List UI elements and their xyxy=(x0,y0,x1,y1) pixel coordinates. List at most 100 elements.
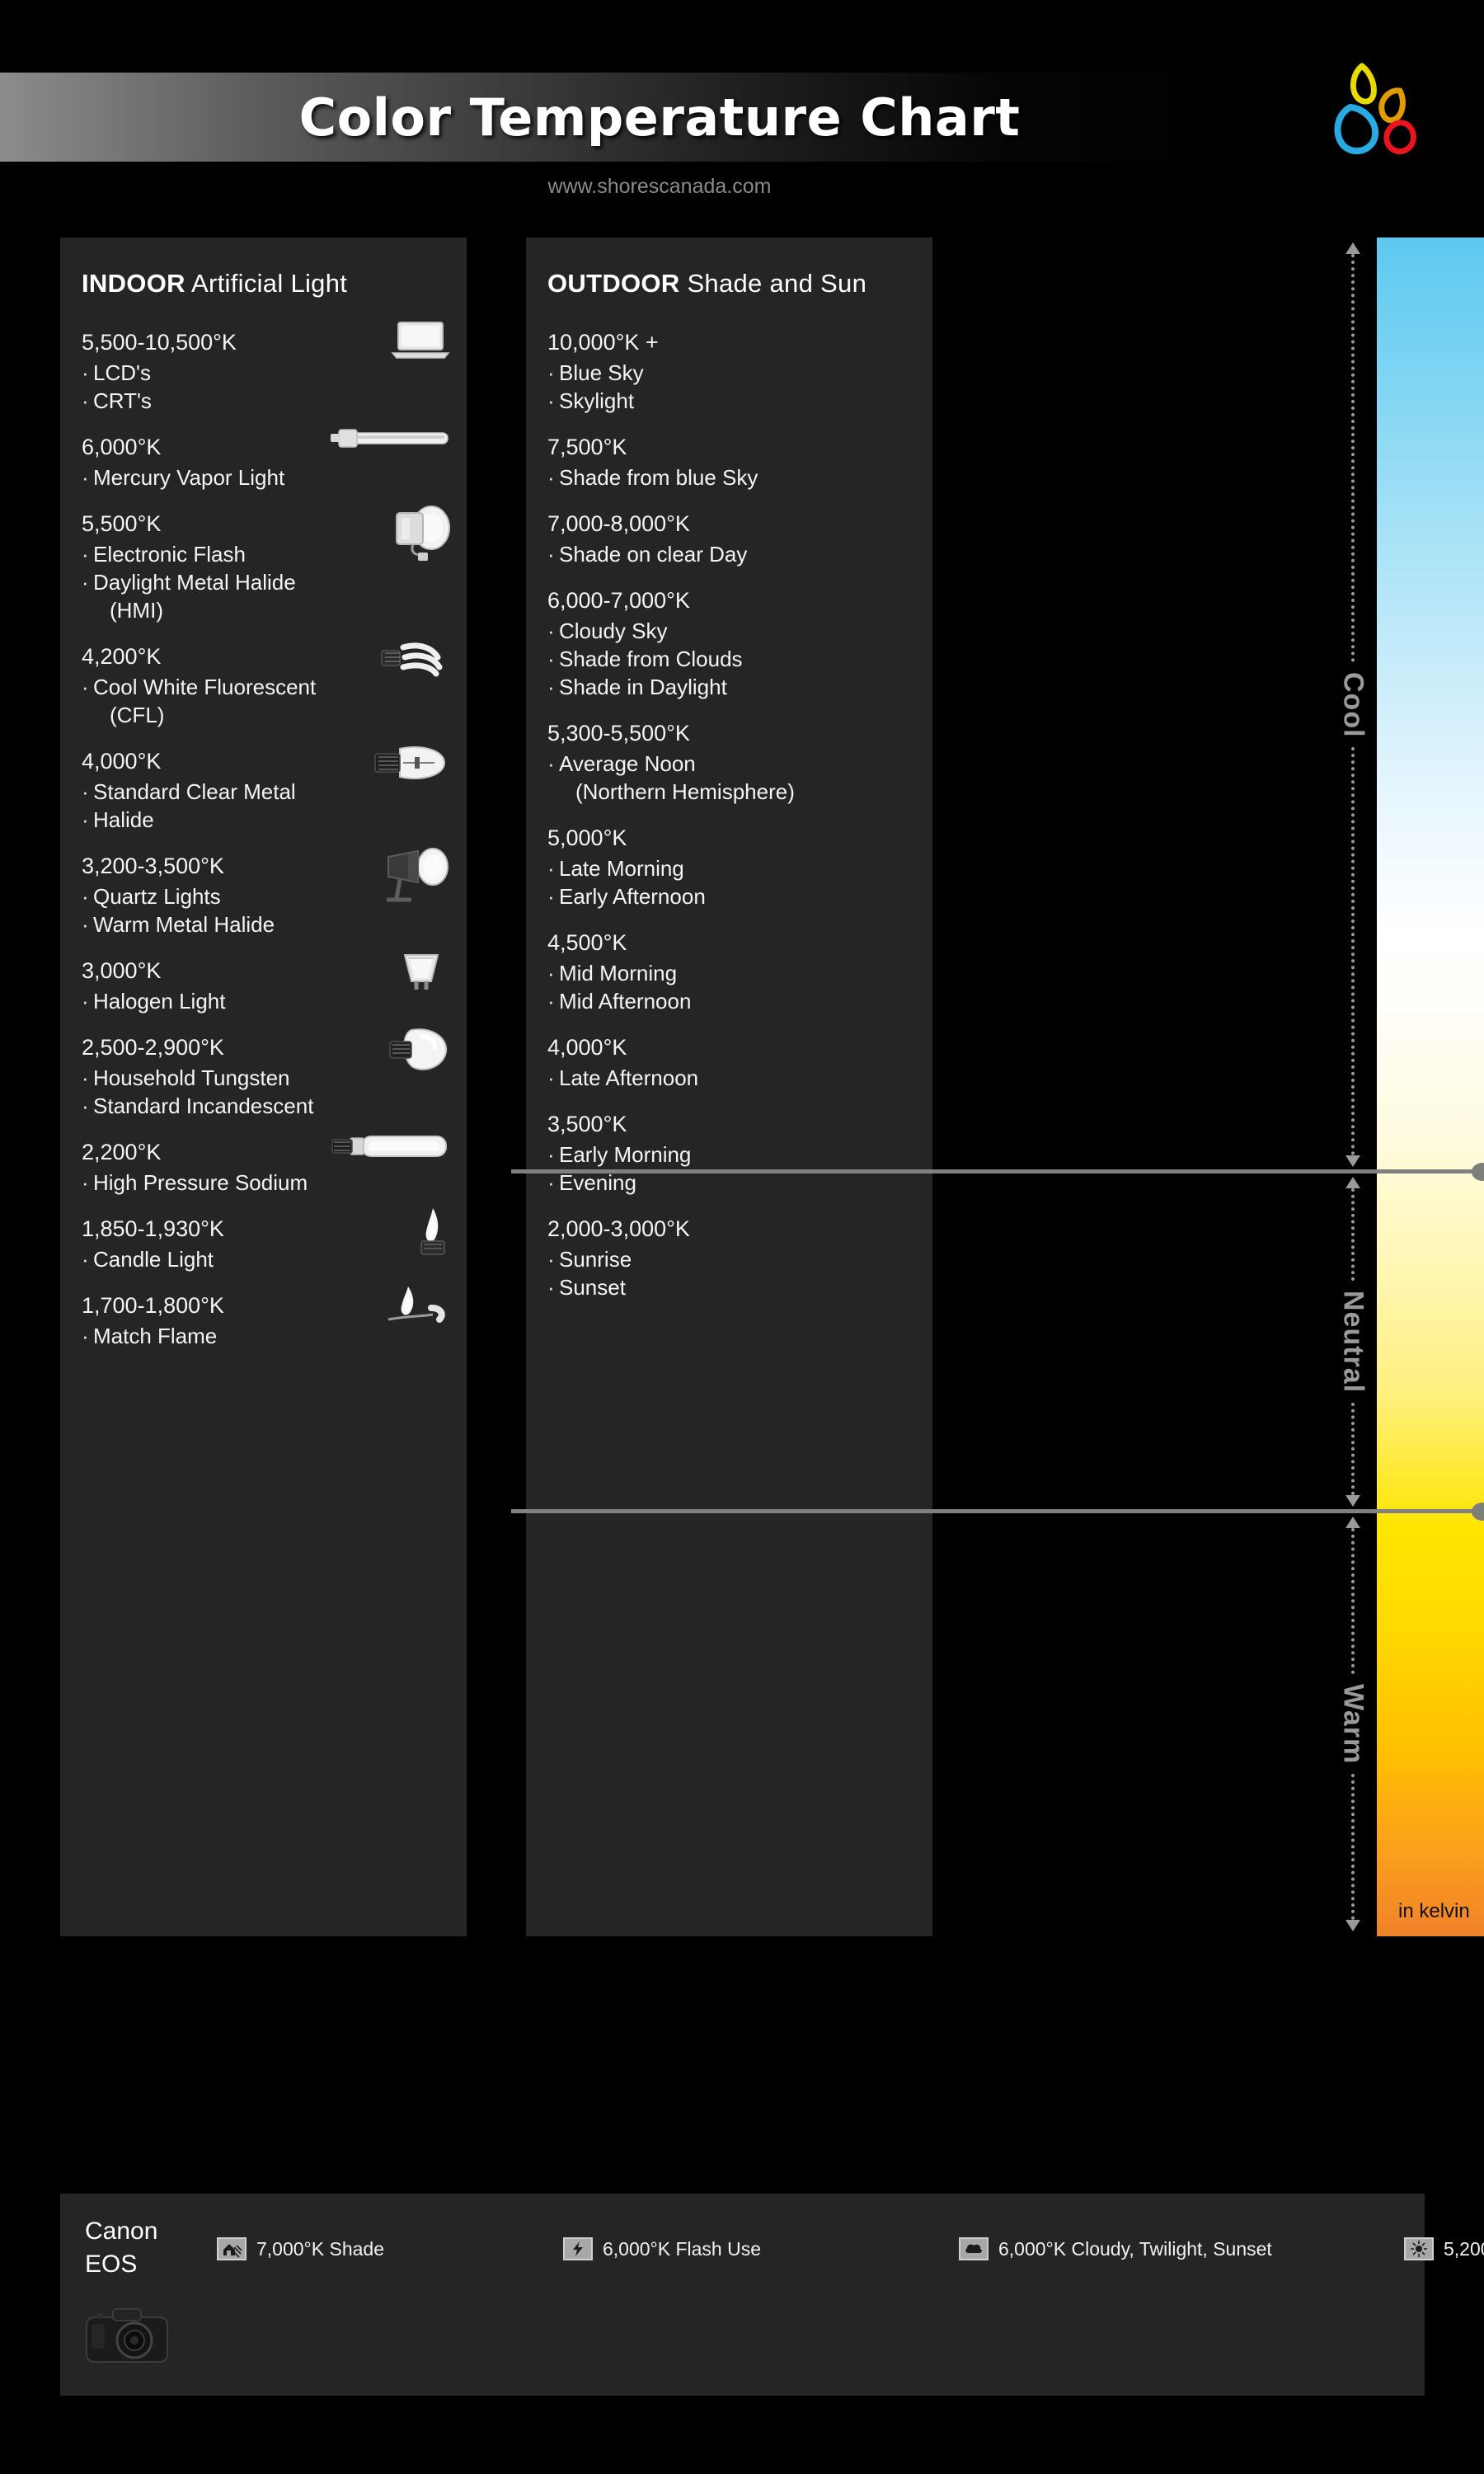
arrow-down-icon xyxy=(1345,1495,1360,1507)
bullet-icon: · xyxy=(547,618,555,643)
dotted-line xyxy=(1351,254,1355,662)
light-source-label: Shade on clear Day xyxy=(559,542,748,567)
bullet-icon: · xyxy=(82,1094,89,1118)
light-source-label: Daylight Metal Halide xyxy=(93,570,296,595)
dotted-line xyxy=(1351,1403,1355,1496)
shade-icon xyxy=(217,2237,247,2260)
bullet-icon: · xyxy=(82,542,89,567)
temperature-zone: Warm xyxy=(1334,1517,1372,1932)
bullet-icon: · xyxy=(547,360,555,385)
bullet-icon: · xyxy=(82,675,89,699)
zone-boundary-rule xyxy=(511,1169,1484,1174)
light-source-label: Standard Incandescent xyxy=(93,1094,314,1118)
light-source-item: · Match Flame xyxy=(82,1322,453,1350)
brand-line-canon: Canon xyxy=(85,2218,158,2245)
temperature-group: 1,700-1,800°K · Match Flame xyxy=(82,1286,453,1350)
light-source-item: · Standard Incandescent xyxy=(82,1092,453,1120)
color-temperature-gradient-bar xyxy=(1377,238,1484,1936)
light-source-label: Shade from blue Sky xyxy=(559,465,758,490)
light-source-list: · Shade on clear Day xyxy=(547,540,918,568)
light-source-label: Sunset xyxy=(559,1275,626,1300)
bullet-icon: · xyxy=(547,884,555,909)
bullet-icon: · xyxy=(82,570,89,595)
zone-label: Neutral xyxy=(1337,1290,1369,1394)
light-source-label: Standard Clear Metal xyxy=(93,779,296,804)
light-source-item: · Skylight xyxy=(547,387,918,415)
light-source-label: Candle Light xyxy=(93,1247,214,1272)
cloudy-icon xyxy=(959,2237,989,2260)
bullet-icon: · xyxy=(547,542,555,567)
indoor-title-bold: INDOOR xyxy=(82,269,186,298)
outdoor-title-bold: OUTDOOR xyxy=(547,269,680,298)
color-temperature-chart-page: Color Temperature Chart www.shorescanada… xyxy=(0,0,1484,2474)
arrow-down-icon xyxy=(1345,1920,1360,1932)
light-source-item: · Standard Clear Metal xyxy=(82,778,453,806)
bullet-icon: · xyxy=(82,388,89,413)
temperature-value: 5,300-5,500°K xyxy=(547,721,690,745)
white-balance-label: 7,000°K Shade xyxy=(256,2237,384,2260)
light-source-list: · Candle Light xyxy=(82,1245,453,1273)
light-source-label: Household Tungsten xyxy=(93,1065,290,1090)
bullet-icon: · xyxy=(547,1065,555,1090)
temperature-value: 4,200°K xyxy=(82,644,162,669)
white-balance-setting: 6,000°K Flash Use xyxy=(563,2237,959,2260)
light-source-label: Shade from Clouds xyxy=(559,647,743,671)
light-source-label: (HMI) xyxy=(110,598,163,623)
arrow-up-icon xyxy=(1345,1177,1360,1188)
indoor-title-rest: Artificial Light xyxy=(185,269,348,298)
light-source-item: · Quartz Lights xyxy=(82,882,453,910)
indoor-group-list: 5,500-10,500°K · LCD's · CRT's 6,000°K · Mercu… xyxy=(82,322,453,1366)
light-source-label: Late Morning xyxy=(559,856,684,881)
bullet-icon: · xyxy=(82,1065,89,1090)
brand-line-eos: EOS xyxy=(85,2251,138,2278)
zone-label: Cool xyxy=(1337,671,1369,738)
light-source-label: CRT's xyxy=(93,388,152,413)
light-source-label: Warm Metal Halide xyxy=(93,912,275,937)
light-source-label: Halogen Light xyxy=(93,989,226,1014)
bullet-icon: · xyxy=(82,1324,89,1348)
light-source-label: Average Noon xyxy=(559,751,696,776)
white-balance-label: 5,200°K Daylight xyxy=(1444,2237,1484,2260)
light-source-label: Cloudy Sky xyxy=(559,618,668,643)
light-source-list: ·Electronic Flash·Daylight Metal Halide·… xyxy=(82,540,453,624)
light-source-list: ·Average Noon·(Northern Hemisphere) xyxy=(547,750,918,806)
white-balance-setting: 6,000°K Cloudy, Twilight, Sunset xyxy=(959,2237,1404,2260)
light-source-item: · Mid Morning xyxy=(547,959,918,987)
bullet-icon: · xyxy=(547,388,555,413)
white-balance-label: 6,000°K Flash Use xyxy=(603,2237,762,2260)
light-source-list: · Blue Sky · Skylight xyxy=(547,359,918,415)
temperature-value: 4,000°K xyxy=(547,1035,627,1060)
temperature-group: 5,300-5,500°K ·Average Noon·(Northern Hem… xyxy=(547,717,918,806)
temperature-value: 6,000-7,000°K xyxy=(547,588,690,613)
temperature-zone: Cool xyxy=(1334,242,1372,1168)
temperature-value: 5,000°K xyxy=(547,825,627,850)
temperature-value: 1,850-1,930°K xyxy=(82,1216,224,1241)
light-source-label: Early Morning xyxy=(559,1142,692,1167)
bullet-icon: · xyxy=(547,856,555,881)
bullet-icon: · xyxy=(82,807,89,832)
temperature-value: 7,000-8,000°K xyxy=(547,511,690,536)
light-source-item: · Early Morning xyxy=(547,1141,918,1169)
light-source-item: ·(HMI) xyxy=(82,596,453,624)
kelvin-scale: in kelvin CoolNeutralWarm 10,0009,0008,0… xyxy=(511,238,1484,1936)
white-balance-setting: 5,200°K Daylight xyxy=(1404,2237,1484,2260)
light-source-label: Mid Morning xyxy=(559,961,678,985)
white-balance-label: 6,000°K Cloudy, Twilight, Sunset xyxy=(998,2237,1272,2260)
bullet-icon: · xyxy=(547,465,555,490)
temperature-value: 10,000°K + xyxy=(547,330,659,355)
light-source-item: · Halogen Light xyxy=(82,987,453,1015)
outdoor-light-panel: OUTDOOR Shade and Sun 10,000°K + · Blue Sk… xyxy=(526,238,932,1936)
bullet-icon: · xyxy=(82,912,89,937)
temperature-group: 2,000-3,000°K · Sunrise · Sunset xyxy=(547,1213,918,1301)
light-source-label: High Pressure Sodium xyxy=(93,1170,308,1195)
temperature-group: 7,500°K · Shade from blue Sky xyxy=(547,431,918,492)
light-source-list: · Household Tungsten · Standard Incandescen… xyxy=(82,1064,453,1120)
light-source-label: Evening xyxy=(559,1170,636,1195)
light-source-item: · Mercury Vapor Light xyxy=(82,463,453,492)
light-source-label: Quartz Lights xyxy=(93,884,221,909)
light-source-label: LCD's xyxy=(93,360,151,385)
temperature-group: 5,500-10,500°K · LCD's · CRT's xyxy=(82,322,453,415)
temperature-value: 4,500°K xyxy=(547,930,627,955)
bullet-icon: · xyxy=(547,751,555,776)
light-source-item: · Shade from blue Sky xyxy=(547,463,918,492)
